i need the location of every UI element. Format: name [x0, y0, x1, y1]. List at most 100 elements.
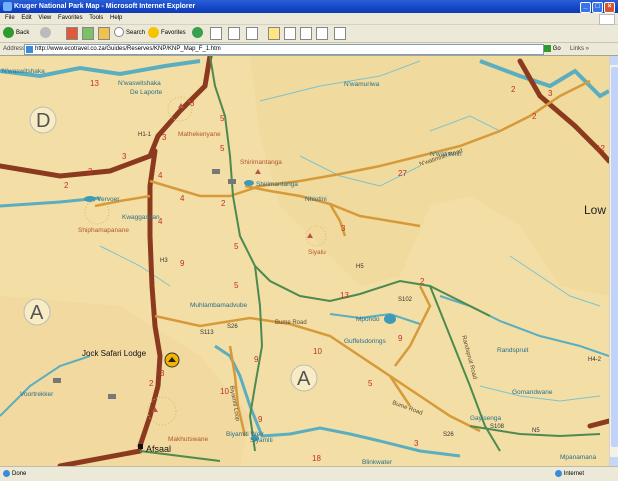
distance-label: 4: [158, 171, 163, 180]
menu-help[interactable]: Help: [110, 15, 122, 21]
search-button[interactable]: Search: [114, 27, 145, 40]
place-label: Voortrekker: [20, 391, 54, 398]
park-map[interactable]: D A A N'waswitshaka N'waswitshaka De Lap…: [0, 56, 609, 466]
menu-file[interactable]: File: [5, 15, 15, 21]
discuss-button[interactable]: [268, 27, 280, 40]
stop-icon: [66, 27, 78, 40]
star-icon: [148, 27, 159, 38]
home-button[interactable]: [98, 27, 110, 40]
forward-arrow-icon: [40, 27, 51, 38]
research-button[interactable]: [284, 27, 296, 40]
afsaal-label: Afsaal: [146, 444, 171, 454]
back-arrow-icon: [3, 27, 14, 38]
road-code: S26: [227, 324, 238, 330]
messenger-icon: [300, 27, 312, 40]
forward-button[interactable]: [40, 27, 53, 40]
place-label: N'wamuriwa: [344, 81, 380, 88]
place-label-gutfelsdorings: Guffelsdorings: [344, 338, 387, 345]
refresh-icon: [82, 27, 94, 40]
address-input[interactable]: http://www.ecotravel.co.za/Guides/Reserv…: [24, 44, 544, 55]
stop-button[interactable]: [66, 27, 78, 40]
distance-label: 3: [414, 439, 419, 448]
tools-button[interactable]: [316, 27, 328, 40]
windows-logo-icon: [599, 14, 615, 25]
distance-label: 10: [313, 347, 322, 356]
distance-label: 9: [258, 415, 263, 424]
refresh-button[interactable]: [82, 27, 94, 40]
distance-label: 2: [149, 379, 154, 388]
vertical-scrollbar[interactable]: [609, 56, 618, 466]
jock-safari-lodge-label: Jock Safari Lodge: [82, 349, 147, 358]
messenger-button[interactable]: [300, 27, 312, 40]
distance-label: 13: [340, 291, 349, 300]
close-button[interactable]: ×: [604, 2, 615, 13]
place-label: Biyamiti Weir: [226, 431, 265, 438]
distance-label: 2: [420, 277, 425, 286]
title-bar: Kruger National Park Map - Microsoft Int…: [0, 0, 618, 13]
window-title: Kruger National Park Map - Microsoft Int…: [14, 3, 196, 10]
road-code: H4-2: [588, 357, 602, 363]
edit-button[interactable]: [246, 27, 258, 40]
security-zone: Internet: [555, 467, 584, 481]
zone-label-a2: A: [297, 368, 311, 390]
distance-label: 5: [220, 114, 225, 123]
distance-label: 3: [88, 167, 93, 176]
favorites-button[interactable]: Favorites: [148, 27, 186, 40]
place-label: Muhlambamadvube: [190, 302, 247, 309]
place-label: Mpanamana: [560, 454, 597, 461]
place-label: Mathekenyane: [178, 131, 221, 138]
map-canvas: D A A N'waswitshaka N'waswitshaka De Lap…: [0, 56, 609, 466]
minimize-button[interactable]: _: [580, 2, 591, 13]
place-label: Shiphamapanane: [78, 227, 129, 234]
place-label: De Laporte: [130, 89, 163, 96]
distance-label: 3: [160, 369, 165, 378]
place-label: Randspruit: [497, 347, 529, 354]
place-label: Blinkwater: [362, 459, 393, 466]
discuss-icon: [268, 27, 280, 40]
distance-label: 3: [122, 152, 127, 161]
history-button[interactable]: [192, 27, 205, 40]
distance-label: 13: [90, 79, 99, 88]
mail-button[interactable]: [210, 27, 222, 40]
menu-edit[interactable]: Edit: [21, 15, 31, 21]
place-label: Kwaggaspan: [122, 214, 160, 221]
scroll-down-icon[interactable]: [610, 457, 618, 466]
road-code: H3: [160, 258, 168, 264]
scroll-thumb[interactable]: [611, 67, 618, 447]
status-text: Done: [12, 471, 27, 477]
road-name: Bume Road: [275, 320, 307, 326]
distance-label: 2: [532, 112, 537, 121]
toolbar: Back Search Favorites: [0, 25, 618, 43]
place-label: Vervoer: [97, 196, 120, 203]
menu-view[interactable]: View: [38, 15, 51, 21]
menu-favorites[interactable]: Favorites: [58, 15, 83, 21]
print-button[interactable]: [228, 27, 240, 40]
afsaal-marker-icon[interactable]: [138, 444, 143, 449]
page-icon: [26, 46, 33, 53]
links-button[interactable]: Links »: [570, 43, 589, 55]
road-code: S113: [200, 330, 214, 336]
place-label: Mpondo: [356, 316, 380, 323]
distance-label: 10: [220, 387, 229, 396]
search-icon: [114, 27, 124, 38]
distance-label: 18: [312, 454, 321, 463]
print-icon: [228, 27, 240, 40]
history-icon: [192, 27, 203, 38]
distance-label: 3: [341, 224, 346, 233]
distance-label: 12: [596, 144, 605, 153]
place-label: Nhlotini: [305, 196, 327, 203]
maximize-button[interactable]: □: [592, 2, 603, 13]
home-icon: [98, 27, 110, 40]
distance-label: 5: [234, 242, 239, 251]
go-arrow-icon: [544, 44, 551, 52]
scroll-up-icon[interactable]: [610, 56, 618, 65]
extra-button[interactable]: [334, 27, 346, 40]
address-url: http://www.ecotravel.co.za/Guides/Reserv…: [35, 46, 221, 52]
menu-tools[interactable]: Tools: [89, 15, 103, 21]
place-label: N'waswitshaka: [118, 80, 161, 87]
page-status-icon: [3, 470, 10, 477]
go-button[interactable]: Go: [544, 43, 561, 55]
place-label: Gayisenga: [470, 415, 501, 422]
road-code: S102: [398, 297, 413, 303]
back-button[interactable]: Back: [3, 27, 29, 40]
